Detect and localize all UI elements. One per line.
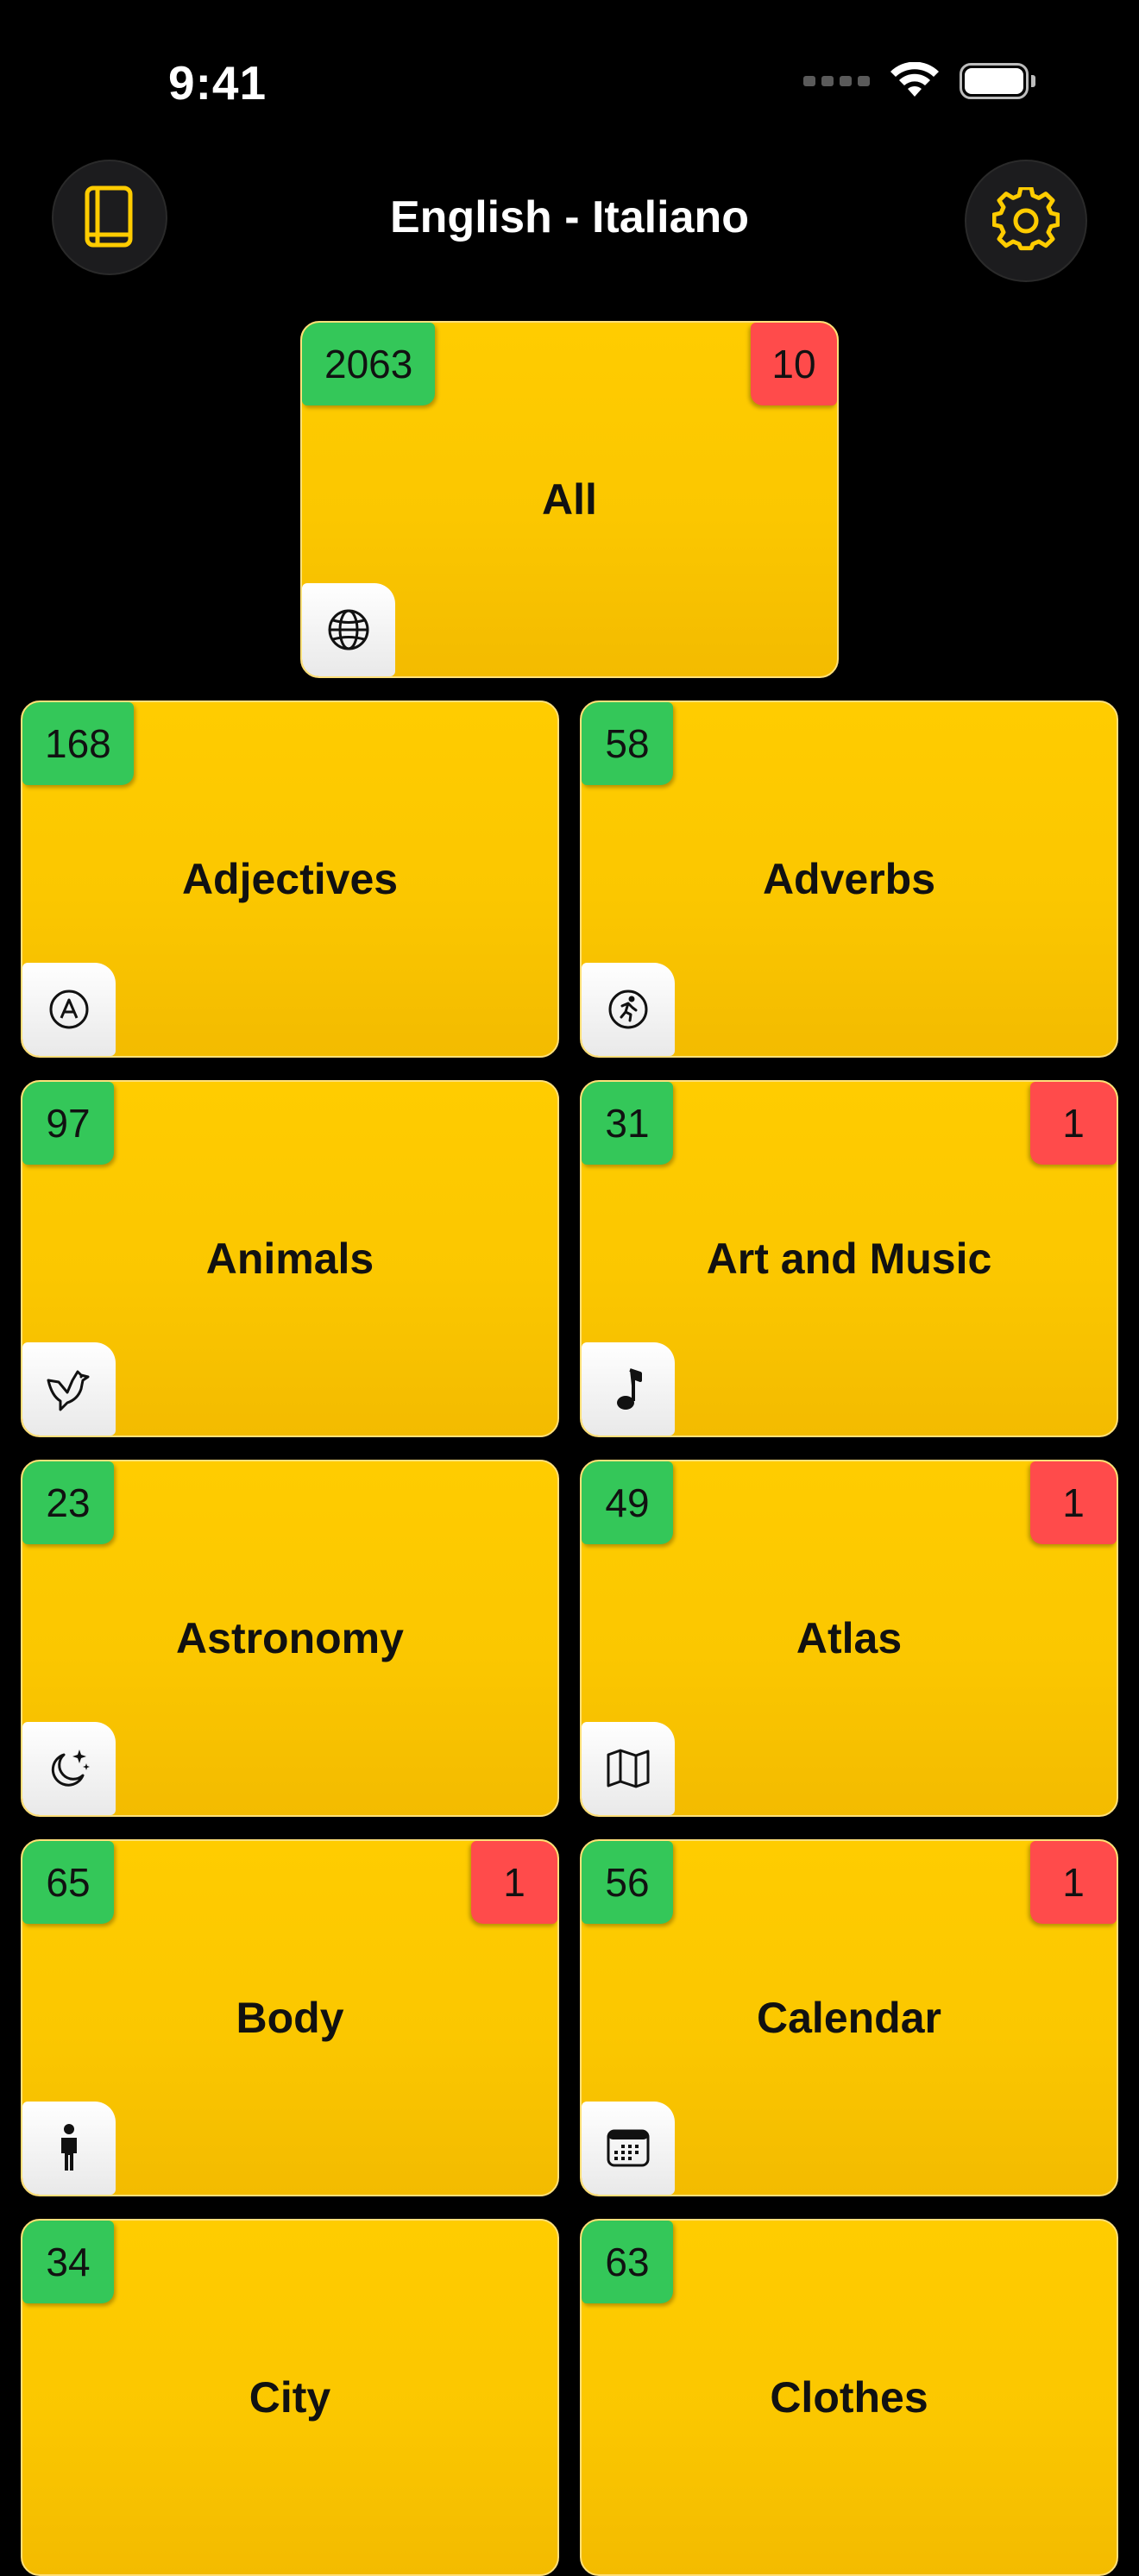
category-label: Art and Music bbox=[706, 1235, 992, 1283]
category-icon-box bbox=[22, 1342, 116, 1436]
globe-icon bbox=[328, 609, 369, 650]
word-count-badge: 23 bbox=[22, 1461, 114, 1544]
running-figure-circle-icon bbox=[608, 990, 648, 1029]
bird-icon bbox=[47, 1370, 90, 1411]
category-label: All bbox=[542, 475, 597, 524]
settings-button[interactable] bbox=[965, 160, 1087, 282]
person-icon bbox=[61, 2124, 77, 2171]
category-label: Calendar bbox=[757, 1994, 941, 2042]
moon-stars-icon bbox=[51, 1750, 90, 1787]
category-icon-box bbox=[22, 1722, 116, 1815]
category-label: Atlas bbox=[796, 1614, 903, 1662]
status-indicators bbox=[803, 62, 1035, 100]
category-icon-box bbox=[582, 2102, 675, 2195]
gear-icon bbox=[992, 187, 1060, 251]
category-tile-animals[interactable]: 97 Animals bbox=[21, 1080, 559, 1437]
wifi-icon bbox=[889, 62, 941, 100]
map-icon bbox=[607, 1749, 650, 1788]
alert-count-badge: 1 bbox=[471, 1841, 557, 1924]
category-icon-box bbox=[582, 1342, 675, 1436]
word-count-badge: 49 bbox=[582, 1461, 673, 1544]
word-count-badge: 63 bbox=[582, 2221, 673, 2303]
word-count-badge: 34 bbox=[22, 2221, 114, 2303]
word-count-badge: 58 bbox=[582, 702, 673, 785]
word-count-badge: 97 bbox=[22, 1082, 114, 1165]
word-count-badge: 65 bbox=[22, 1841, 114, 1924]
category-label: Adverbs bbox=[762, 855, 936, 903]
status-bar: 9:41 bbox=[0, 0, 1139, 164]
category-label: Astronomy bbox=[176, 1614, 404, 1662]
battery-icon bbox=[960, 63, 1035, 99]
alert-count-badge: 1 bbox=[1030, 1461, 1117, 1544]
category-icon-box bbox=[582, 963, 675, 1056]
calendar-icon bbox=[607, 2129, 650, 2167]
category-tile-adverbs[interactable]: 58 Adverbs bbox=[580, 701, 1118, 1058]
category-icon-box bbox=[22, 2102, 116, 2195]
word-count-badge: 56 bbox=[582, 1841, 673, 1924]
category-tile-atlas[interactable]: 49 1 Atlas bbox=[580, 1460, 1118, 1817]
category-tile-astronomy[interactable]: 23 Astronomy bbox=[21, 1460, 559, 1817]
category-tile-art-and-music[interactable]: 31 1 Art and Music bbox=[580, 1080, 1118, 1437]
category-tile-city[interactable]: 34 City bbox=[21, 2219, 559, 2576]
letter-a-circle-icon bbox=[49, 990, 89, 1029]
category-icon-box bbox=[582, 1722, 675, 1815]
category-tile-body[interactable]: 65 1 Body bbox=[21, 1839, 559, 2196]
category-label: Animals bbox=[205, 1235, 374, 1283]
category-tile-all[interactable]: 2063 10 All bbox=[300, 321, 839, 678]
category-tile-clothes[interactable]: 63 Clothes bbox=[580, 2219, 1118, 2576]
category-label: Adjectives bbox=[181, 855, 399, 903]
music-note-icon bbox=[617, 1368, 642, 1410]
category-tile-adjectives[interactable]: 168 Adjectives bbox=[21, 701, 559, 1058]
word-count-badge: 168 bbox=[22, 702, 134, 785]
category-tile-calendar[interactable]: 56 1 Calendar bbox=[580, 1839, 1118, 2196]
status-time: 9:41 bbox=[168, 56, 267, 110]
alert-count-badge: 10 bbox=[751, 323, 837, 405]
category-label: Body bbox=[236, 1994, 344, 2042]
category-label: Clothes bbox=[770, 2373, 928, 2422]
category-label: City bbox=[249, 2373, 331, 2422]
category-icon-box bbox=[302, 583, 395, 676]
alert-count-badge: 1 bbox=[1030, 1841, 1117, 1924]
category-icon-box bbox=[22, 963, 116, 1056]
word-count-badge: 2063 bbox=[302, 323, 436, 405]
alert-count-badge: 1 bbox=[1030, 1082, 1117, 1165]
cellular-signal-icon bbox=[803, 76, 870, 86]
word-count-badge: 31 bbox=[582, 1082, 673, 1165]
